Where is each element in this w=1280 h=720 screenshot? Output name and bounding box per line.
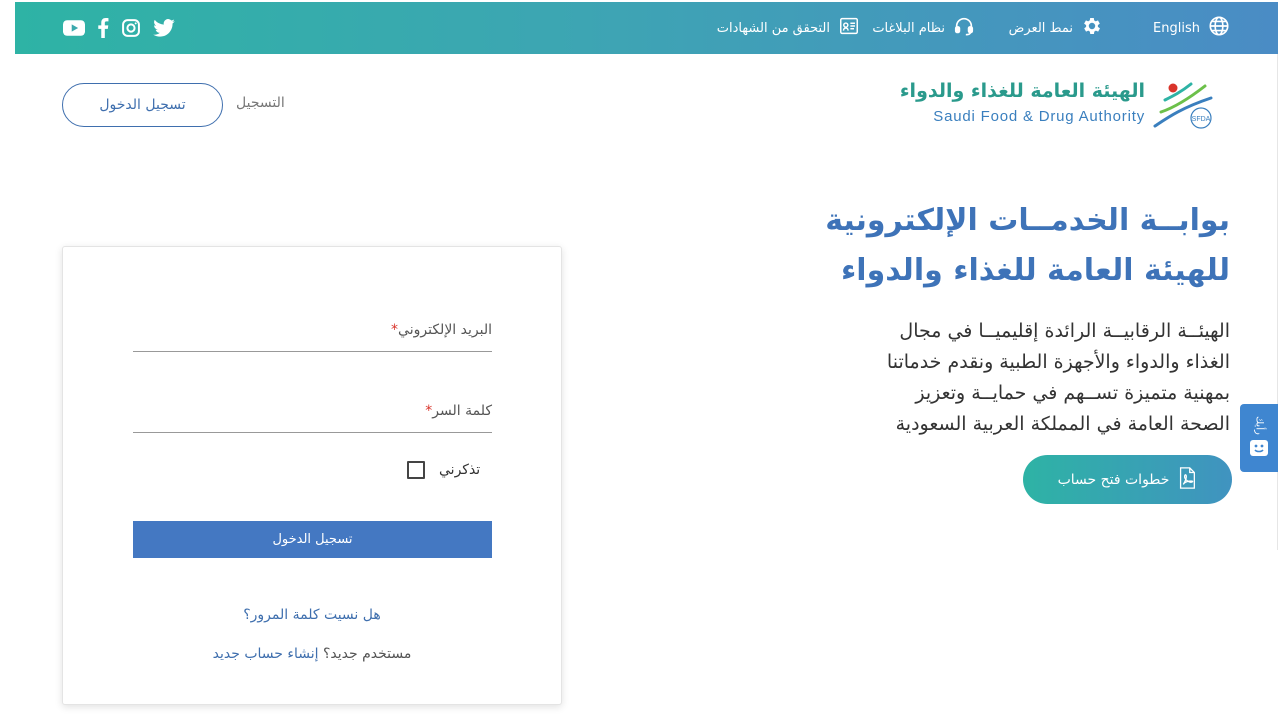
hero-desc-line-1: الهيئــة الرقابيــة الرائدة إقليميــا في…: [899, 320, 1230, 342]
logo-english-name: Saudi Food & Drug Authority: [933, 108, 1145, 125]
twitter-icon[interactable]: [153, 19, 175, 37]
hero-title: بوابــة الخدمــات الإلكترونية للهيئة الع…: [770, 196, 1230, 296]
forgot-password-link[interactable]: هل نسيت كلمة المرور؟: [63, 607, 561, 623]
language-switch[interactable]: English: [1153, 2, 1230, 54]
pdf-icon: [1177, 466, 1197, 493]
remember-me-checkbox[interactable]: [407, 461, 425, 479]
instagram-icon[interactable]: [121, 18, 141, 38]
hero-title-line-2: للهيئة العامة للغذاء والدواء: [840, 253, 1230, 288]
login-card: البريد الإلكتروني* كلمة السر* تذكرني تسج…: [62, 246, 562, 705]
account-steps-button[interactable]: خطوات فتح حساب: [1023, 455, 1232, 504]
certificate-icon: [838, 15, 860, 41]
create-account-link[interactable]: إنشاء حساب جديد: [213, 646, 319, 662]
display-mode-menu[interactable]: نمط العرض: [1009, 2, 1103, 54]
password-field[interactable]: كلمة السر*: [133, 397, 492, 433]
feedback-label: رأيك: [1253, 415, 1265, 435]
password-input[interactable]: [133, 397, 492, 432]
hero-description: الهيئــة الرقابيــة الرائدة إقليميــا في…: [830, 316, 1230, 440]
header-login-button[interactable]: تسجيل الدخول: [62, 83, 223, 127]
gear-icon: [1081, 15, 1103, 41]
remember-me-label: تذكرني: [439, 462, 481, 478]
new-user-line: مستخدم جديد؟ إنشاء حساب جديد: [63, 646, 561, 662]
globe-icon: [1208, 15, 1230, 41]
hero-desc-line-3: بمهنية متميزة تســهم في حمايــة وتعزيز: [915, 382, 1230, 404]
new-user-question: مستخدم جديد؟: [322, 646, 412, 662]
reports-system-label: نظام البلاغات: [872, 20, 945, 36]
display-mode-label: نمط العرض: [1008, 20, 1073, 36]
page-scroll-edge: [1277, 54, 1278, 550]
logo-arabic-name: الهيئة العامة للغذاء والدواء: [899, 80, 1145, 102]
verify-certificates-link[interactable]: التحقق من الشهادات: [717, 2, 860, 54]
reports-system-link[interactable]: نظام البلاغات: [872, 2, 975, 54]
hero-title-line-1: بوابــة الخدمــات الإلكترونية: [825, 203, 1230, 238]
headset-icon: [953, 15, 975, 41]
smiley-icon: [1250, 440, 1268, 460]
account-steps-label: خطوات فتح حساب: [1057, 471, 1170, 488]
logo-badge-text: SFDA: [1192, 116, 1211, 123]
email-field[interactable]: البريد الإلكتروني*: [133, 316, 492, 352]
sfda-emblem-icon: SFDA: [1153, 82, 1213, 129]
feedback-tab[interactable]: رأيك: [1240, 404, 1278, 472]
verify-certificates-label: التحقق من الشهادات: [716, 20, 830, 36]
sfda-logo[interactable]: الهيئة العامة للغذاء والدواء Saudi Food …: [900, 76, 1225, 134]
login-submit-button[interactable]: تسجيل الدخول: [133, 521, 492, 558]
hero-desc-line-4: الصحة العامة في المملكة العربية السعودية: [895, 413, 1230, 435]
social-links: [63, 2, 175, 54]
top-utility-bar: English نمط العرض نظام البلاغات التحقق م…: [15, 2, 1278, 54]
facebook-icon[interactable]: [97, 18, 109, 38]
youtube-icon[interactable]: [63, 20, 85, 36]
language-label: English: [1153, 20, 1200, 36]
remember-me[interactable]: تذكرني: [407, 461, 480, 479]
header-register-link[interactable]: التسجيل: [236, 95, 285, 111]
hero-desc-line-2: الغذاء والدواء والأجهزة الطبية ونقدم خدم…: [886, 351, 1230, 373]
email-input[interactable]: [133, 316, 492, 351]
